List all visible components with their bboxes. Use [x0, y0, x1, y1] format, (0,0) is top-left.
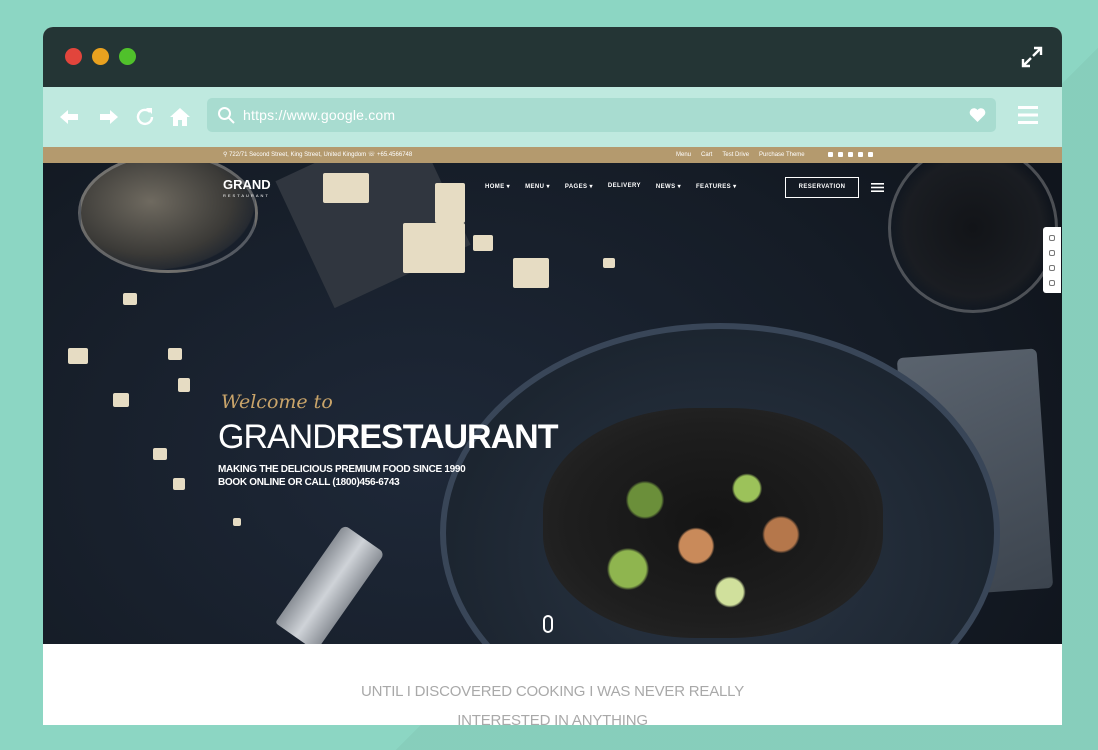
scroll-indicator-icon[interactable]	[543, 615, 553, 633]
hero-subtitle-line1: MAKING THE DELICIOUS PREMIUM FOOD SINCE …	[218, 464, 466, 475]
nav-item-menu[interactable]: MENU ▾	[525, 183, 550, 190]
street-address: 722/71 Second Street, King Street, Unite…	[229, 152, 367, 158]
nav-item-news[interactable]: NEWS ▾	[656, 183, 681, 190]
hero-welcome: Welcome to	[221, 391, 333, 413]
phone-number: +65.4566748	[377, 152, 413, 158]
nav-label: FEATURES	[695, 184, 732, 190]
top-link-test-drive[interactable]: Test Drive	[722, 147, 749, 163]
logo-name: GRAND	[223, 177, 271, 192]
back-arrow-icon[interactable]	[57, 105, 81, 129]
cheese-crumb	[173, 478, 185, 490]
cheese-crumb	[168, 348, 182, 360]
nav-item-pages[interactable]: PAGES ▾	[565, 183, 593, 190]
cheese-crumb	[473, 235, 493, 251]
hero-photo-fork	[275, 524, 385, 644]
nav-label: NEWS	[655, 184, 676, 190]
facebook-icon[interactable]	[828, 152, 833, 157]
browser-window: https://www.google.com ⚲ 722/71 Second S…	[43, 27, 1062, 725]
cheese-crumb	[123, 293, 137, 305]
site-logo[interactable]: GRAND RESTAURANT	[223, 177, 271, 198]
home-icon[interactable]	[168, 105, 192, 129]
nav-label: PAGES	[564, 184, 588, 190]
cheese-crumb	[233, 518, 241, 526]
nav-item-delivery[interactable]: DELIVERY	[608, 183, 641, 190]
wishlist-icon[interactable]	[1049, 249, 1055, 256]
phone-icon: ☏	[367, 152, 377, 158]
title-bar	[43, 27, 1062, 87]
cheese-crumb	[513, 258, 549, 288]
search-icon	[218, 107, 235, 124]
top-link-menu[interactable]: Menu	[676, 147, 691, 163]
heart-icon[interactable]	[969, 107, 986, 123]
minimize-window-button[interactable]	[92, 48, 109, 65]
maximize-window-button[interactable]	[119, 48, 136, 65]
top-links: Menu Cart Test Drive Purchase Theme	[676, 147, 805, 163]
main-nav: HOME ▾ MENU ▾ PAGES ▾ DELIVERY NEWS ▾ FE…	[485, 183, 737, 190]
hero-photo-wine-glass	[888, 163, 1058, 313]
browser-toolbar: https://www.google.com	[43, 87, 1062, 147]
expand-icon[interactable]	[1020, 45, 1044, 69]
website-viewport: ⚲ 722/71 Second Street, King Street, Uni…	[43, 147, 1062, 725]
nav-label: HOME	[485, 184, 505, 190]
cart-icon[interactable]	[1049, 279, 1055, 286]
site-menu-icon[interactable]	[871, 183, 884, 192]
top-link-purchase[interactable]: Purchase Theme	[759, 147, 805, 163]
hero-title: GRANDRESTAURANT	[218, 418, 558, 457]
cheese-crumb	[603, 258, 615, 268]
book-icon[interactable]	[1049, 264, 1055, 271]
settings-icon[interactable]	[1049, 234, 1055, 241]
cheese-crumb	[113, 393, 129, 407]
social-links	[828, 147, 873, 157]
hero-section: GRAND RESTAURANT HOME ▾ MENU ▾ PAGES ▾ D…	[43, 163, 1062, 644]
site-top-bar: ⚲ 722/71 Second Street, King Street, Uni…	[43, 147, 1062, 163]
side-tools-panel	[1043, 227, 1061, 293]
cheese-crumb	[68, 348, 88, 364]
intro-line1: UNTIL I DISCOVERED COOKING I WAS NEVER R…	[360, 683, 745, 700]
address-bar[interactable]: https://www.google.com	[207, 98, 996, 132]
reload-icon[interactable]	[133, 105, 157, 129]
logo-tagline: RESTAURANT	[223, 193, 270, 198]
hero-subtitle-line2: BOOK ONLINE OR CALL (1800)456-6743	[218, 477, 400, 488]
cheese-crumb	[178, 378, 190, 392]
hero-title-bold: RESTAURANT	[335, 418, 559, 456]
nav-label: MENU	[525, 184, 545, 190]
nav-label: DELIVERY	[607, 183, 641, 189]
cheese-crumb	[435, 183, 465, 223]
hero-subtitle: MAKING THE DELICIOUS PREMIUM FOOD SINCE …	[218, 463, 466, 489]
reservation-button[interactable]: RESERVATION	[785, 177, 859, 198]
url-text[interactable]: https://www.google.com	[243, 98, 395, 132]
cheese-crumb	[323, 173, 369, 203]
hamburger-menu-icon[interactable]	[1018, 106, 1038, 124]
hero-title-light: GRAND	[218, 418, 337, 456]
top-link-cart[interactable]: Cart	[701, 147, 712, 163]
youtube-icon[interactable]	[848, 152, 853, 157]
pinterest-icon[interactable]	[858, 152, 863, 157]
hero-photo-pasta	[543, 408, 883, 638]
intro-line2: INTERESTED IN ANYTHING	[457, 712, 648, 725]
twitter-icon[interactable]	[838, 152, 843, 157]
cheese-crumb	[153, 448, 167, 460]
contact-info: ⚲ 722/71 Second Street, King Street, Uni…	[223, 147, 412, 163]
close-window-button[interactable]	[65, 48, 82, 65]
nav-item-home[interactable]: HOME ▾	[485, 183, 510, 190]
intro-section: UNTIL I DISCOVERED COOKING I WAS NEVER R…	[43, 644, 1062, 725]
forward-arrow-icon[interactable]	[97, 105, 121, 129]
instagram-icon[interactable]	[868, 152, 873, 157]
cheese-crumb	[403, 223, 465, 273]
nav-item-features[interactable]: FEATURES ▾	[696, 183, 737, 190]
